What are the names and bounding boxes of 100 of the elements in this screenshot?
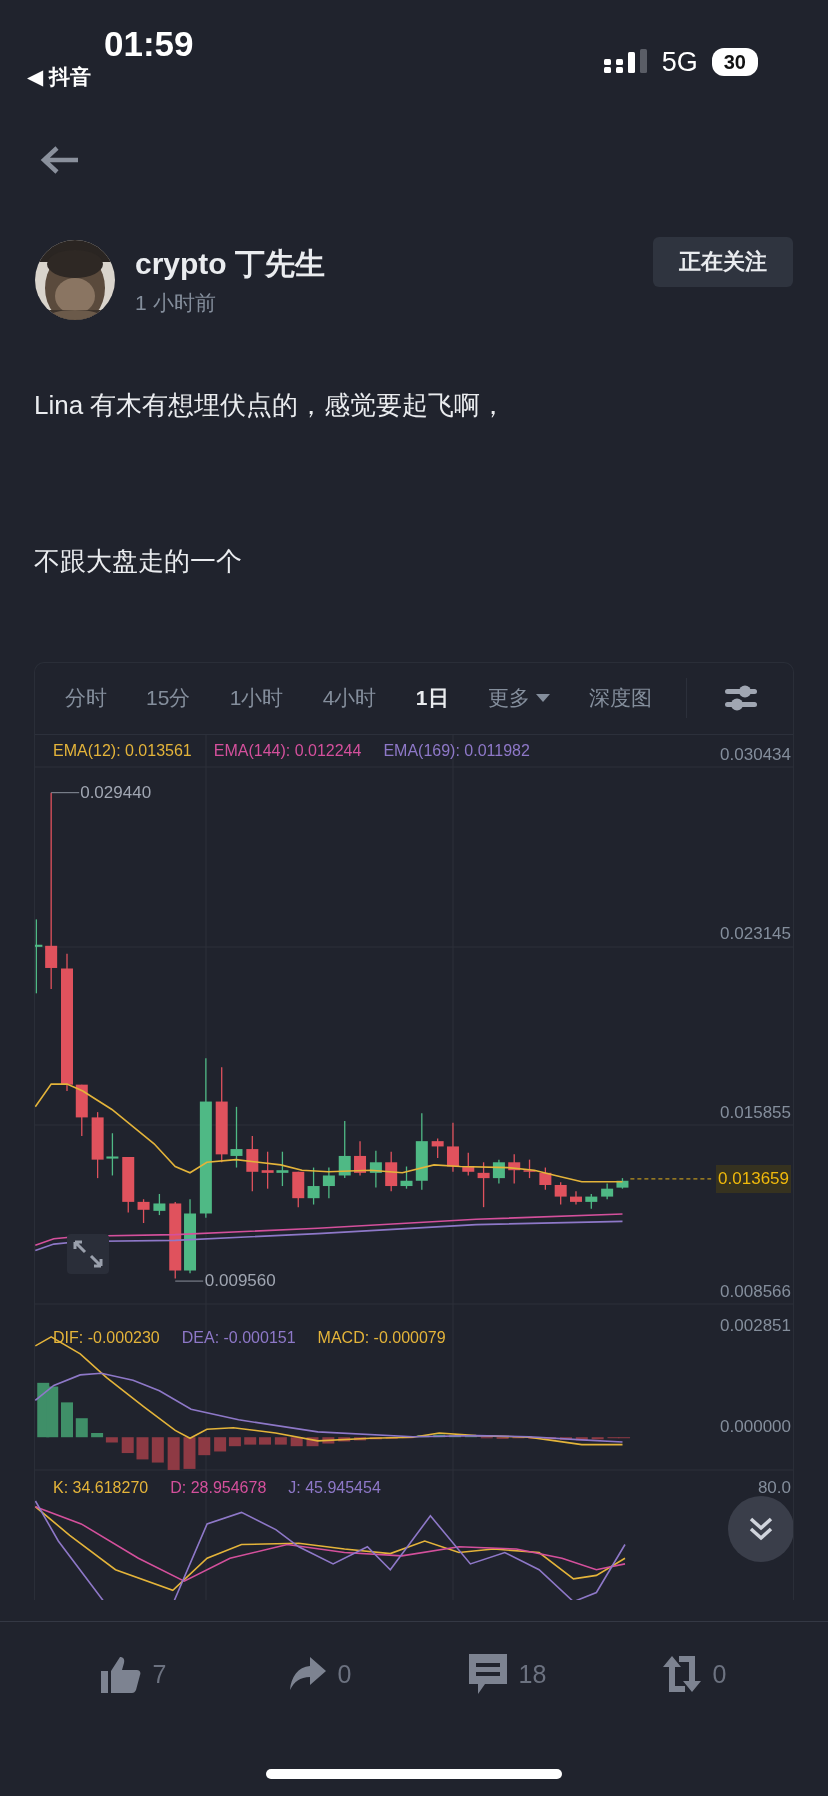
candlestick	[307, 1166, 320, 1206]
candlestick	[508, 1153, 521, 1184]
candlestick	[75, 1083, 88, 1137]
histogram-bar	[61, 1402, 73, 1438]
histogram-bar	[591, 1437, 604, 1440]
candlestick	[106, 1132, 119, 1177]
histogram-bar	[259, 1437, 271, 1445]
candlestick	[153, 1193, 166, 1216]
candlestick	[338, 1120, 351, 1179]
action-count: 7	[152, 1659, 167, 1689]
histogram-bar	[559, 1437, 572, 1440]
macd-tick: 0.002851	[720, 1314, 791, 1337]
macd-tick: 0.000000	[720, 1415, 791, 1438]
timeframe-tab[interactable]: 15分	[144, 680, 193, 717]
histogram-bar	[183, 1437, 196, 1469]
indicator-value: J: 45.945454	[288, 1477, 381, 1498]
histogram-bar	[274, 1437, 287, 1445]
back-to-app-link[interactable]: ◀ 抖音	[27, 64, 194, 90]
candlestick	[477, 1161, 490, 1208]
candlestick	[91, 1111, 104, 1179]
indicator-value: K: 34.618270	[53, 1477, 149, 1498]
low-price-label: 0.009560	[204, 1270, 276, 1292]
post-text: Lina 有木有想埋伏点的，感觉要起飞啊，	[34, 389, 508, 422]
indicator-value: EMA(144): 0.012244	[213, 740, 362, 761]
histogram-bar	[46, 1386, 59, 1438]
price-tick: 0.023145	[720, 922, 791, 945]
share-icon[interactable]	[289, 1657, 326, 1691]
following-button[interactable]: 正在关注	[653, 237, 793, 287]
histogram-bar	[136, 1437, 149, 1460]
candlestick	[276, 1151, 289, 1187]
leader-line	[174, 1280, 204, 1282]
candlestick	[585, 1193, 598, 1210]
status-time: 01:59	[104, 24, 194, 64]
candlestick	[137, 1198, 150, 1224]
comment-icon[interactable]	[468, 1654, 507, 1694]
candlestick	[601, 1182, 614, 1200]
histogram-bar	[167, 1437, 180, 1470]
candlestick	[292, 1171, 305, 1208]
candlestick	[570, 1190, 582, 1206]
settings-icon[interactable]	[725, 684, 757, 713]
candlestick	[400, 1165, 413, 1190]
candlestick	[446, 1121, 459, 1173]
histogram-bar	[417, 1435, 430, 1438]
candlestick	[385, 1151, 398, 1192]
candlestick	[492, 1158, 505, 1184]
histogram-bar	[198, 1437, 211, 1456]
candlestick	[322, 1166, 335, 1199]
action-count: 0	[337, 1659, 352, 1689]
post-time: 1 小时前	[135, 289, 217, 316]
price-tick: 0.008566	[720, 1280, 791, 1303]
action-count: 18	[518, 1659, 547, 1689]
histogram-bar	[575, 1437, 588, 1441]
histogram-bar	[354, 1437, 367, 1441]
network-label: 5G	[661, 46, 698, 78]
price-tick: 0.015855	[720, 1101, 791, 1124]
kdj-tick: 80.0	[757, 1476, 791, 1499]
high-price-label: 0.029440	[80, 781, 152, 804]
thumbs-up-icon[interactable]	[100, 1655, 141, 1693]
action-count: 0	[712, 1659, 727, 1689]
last-price-label: 0.013659	[716, 1164, 791, 1193]
expand-icon[interactable]	[67, 1233, 109, 1274]
candlestick	[431, 1137, 444, 1159]
author-name[interactable]: crypto 丁先生	[135, 243, 653, 285]
histogram-bar	[322, 1437, 335, 1444]
timeframe-tab[interactable]: 1小时	[227, 680, 286, 717]
candlestick	[246, 1135, 259, 1192]
timeframe-tab[interactable]: 更多	[485, 680, 552, 717]
price-tick: 0.030434	[720, 743, 791, 766]
candlestick	[523, 1158, 536, 1179]
candlestick	[230, 1106, 243, 1169]
histogram-bar	[290, 1437, 303, 1447]
double-chevron-icon	[748, 1515, 774, 1542]
histogram-bar	[338, 1437, 351, 1442]
candlestick	[261, 1151, 274, 1190]
indicator-value: DIF: -0.000230	[53, 1327, 160, 1348]
candlestick	[462, 1152, 475, 1177]
indicator-value: EMA(12): 0.013561	[53, 740, 192, 761]
timeframe-tab[interactable]: 深度图	[587, 680, 655, 717]
histogram-bar	[244, 1437, 257, 1445]
candlestick	[539, 1166, 552, 1191]
repost-icon[interactable]	[662, 1656, 701, 1692]
indicator-value: MACD: -0.000079	[317, 1327, 446, 1348]
leader-line	[50, 792, 80, 794]
histogram-bar	[151, 1437, 164, 1463]
indicator-value: EMA(169): 0.011982	[383, 740, 530, 761]
signal-icon	[603, 49, 648, 75]
timeframe-tab[interactable]: 4小时	[320, 680, 379, 717]
timeframe-tab[interactable]: 1日	[413, 680, 451, 717]
candlestick	[122, 1156, 135, 1213]
histogram-bar	[306, 1437, 319, 1447]
post-text: 不跟大盘走的一个	[34, 545, 243, 578]
histogram-bar	[121, 1437, 134, 1453]
candlestick	[369, 1149, 382, 1189]
back-icon[interactable]	[40, 145, 80, 175]
battery-indicator: 30	[711, 48, 758, 76]
indicator-value: D: 28.954678	[170, 1477, 267, 1498]
timeframe-tab[interactable]: 分时	[62, 680, 109, 717]
indicator-value: DEA: -0.000151	[181, 1327, 296, 1348]
candlestick	[616, 1177, 629, 1190]
candlestick	[354, 1140, 367, 1177]
